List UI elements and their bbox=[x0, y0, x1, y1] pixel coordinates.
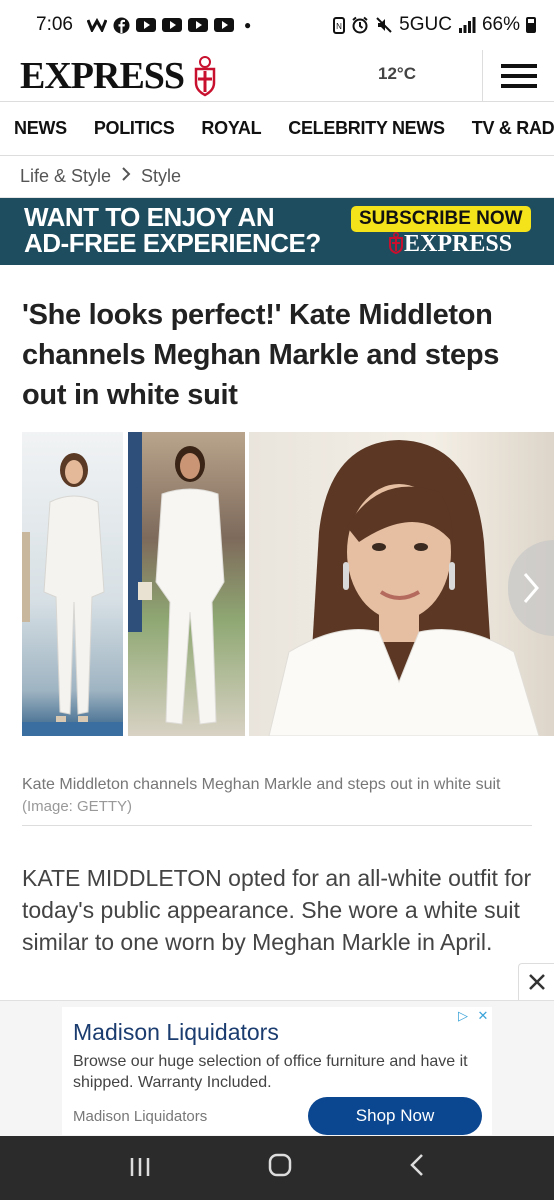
site-header: EXPRESS 12°C bbox=[0, 50, 554, 102]
gallery-photo-meghan bbox=[128, 432, 245, 736]
ad-advertiser: Madison Liquidators bbox=[73, 1108, 208, 1125]
nav-item-tv-radio[interactable]: TV & RADIO bbox=[472, 118, 554, 139]
ad-title[interactable]: Madison Liquidators bbox=[73, 1019, 279, 1046]
banner-logo: EXPRESS bbox=[388, 231, 512, 258]
banner-logo-text: EXPRESS bbox=[404, 231, 513, 257]
banner-message: WANT TO ENJOY AN AD-FREE EXPERIENCE? bbox=[24, 204, 321, 256]
recent-apps-icon[interactable] bbox=[129, 1153, 151, 1184]
hamburger-icon[interactable] bbox=[482, 50, 554, 102]
back-icon[interactable] bbox=[409, 1153, 425, 1184]
shop-now-button[interactable]: Shop Now bbox=[308, 1097, 482, 1135]
adchoices-play-icon[interactable]: ▷ bbox=[454, 1007, 472, 1025]
svg-text:N: N bbox=[336, 22, 342, 31]
nav-item-royal[interactable]: ROYAL bbox=[201, 118, 261, 139]
nav-item-politics[interactable]: POLITICS bbox=[94, 118, 175, 139]
adchoices-close-icon[interactable]: ✕ bbox=[474, 1007, 492, 1025]
banner-line-1: WANT TO ENJOY AN bbox=[24, 202, 275, 232]
nav-item-celebrity-news[interactable]: CELEBRITY NEWS bbox=[288, 118, 445, 139]
youtube-icon bbox=[135, 18, 156, 32]
image-gallery[interactable] bbox=[22, 432, 554, 736]
battery-icon bbox=[526, 17, 536, 33]
crusader-crest-icon bbox=[389, 232, 403, 255]
image-caption: Kate Middleton channels Meghan Markle an… bbox=[22, 774, 532, 818]
breadcrumb-style[interactable]: Style bbox=[141, 166, 181, 187]
breadcrumb-life-style[interactable]: Life & Style bbox=[20, 166, 111, 187]
status-bar: 7:06 ● N 5GUC 66% bbox=[0, 0, 554, 50]
image-credit: (Image: GETTY) bbox=[22, 798, 133, 815]
youtube-icon bbox=[161, 18, 182, 32]
clock: 7:06 bbox=[36, 14, 73, 35]
gallery-photo-kate-full bbox=[22, 432, 123, 736]
youtube-icon bbox=[187, 18, 208, 32]
wiggle-icon bbox=[86, 18, 107, 32]
chevron-right-icon bbox=[121, 167, 131, 186]
mute-icon bbox=[375, 16, 393, 34]
article-intro: KATE MIDDLETON opted for an all-white ou… bbox=[22, 865, 532, 955]
express-logo[interactable]: EXPRESS bbox=[20, 54, 220, 98]
logo-text: EXPRESS bbox=[20, 54, 185, 97]
dot-icon: ● bbox=[243, 18, 252, 32]
divider bbox=[22, 825, 532, 826]
breadcrumb: Life & Style Style bbox=[0, 156, 554, 198]
adchoices[interactable]: ▷ ✕ bbox=[454, 1007, 492, 1025]
nav-item-news[interactable]: NEWS bbox=[14, 118, 67, 139]
alarm-icon bbox=[351, 16, 369, 34]
chevron-right-icon bbox=[523, 573, 539, 603]
ad-description: Browse our huge selection of office furn… bbox=[73, 1053, 468, 1091]
facebook-icon bbox=[113, 17, 130, 34]
youtube-icon bbox=[213, 18, 234, 32]
signal-icon bbox=[458, 17, 476, 33]
nfc-icon: N bbox=[333, 16, 346, 34]
battery-percent: 66% bbox=[481, 14, 520, 35]
network-type: 5GUC bbox=[399, 14, 452, 35]
article-headline: 'She looks perfect!' Kate Middleton chan… bbox=[22, 299, 500, 411]
crusader-crest-icon bbox=[190, 55, 220, 97]
subscribe-now-button[interactable]: SUBSCRIBE NOW bbox=[351, 206, 531, 232]
home-icon[interactable] bbox=[268, 1153, 292, 1184]
system-nav-bar bbox=[0, 1136, 554, 1200]
section-nav: NEWS POLITICS ROYAL CELEBRITY NEWS TV & … bbox=[0, 102, 554, 156]
ad-card[interactable]: ▷ ✕ Madison Liquidators Browse our huge … bbox=[62, 1007, 492, 1135]
close-icon bbox=[528, 974, 545, 990]
temperature: 12°C bbox=[378, 64, 416, 83]
banner-line-2: AD-FREE EXPERIENCE? bbox=[24, 228, 321, 258]
subscribe-banner[interactable]: WANT TO ENJOY AN AD-FREE EXPERIENCE? SUB… bbox=[0, 198, 554, 265]
close-ad-button[interactable] bbox=[518, 963, 554, 1001]
caption-text: Kate Middleton channels Meghan Markle an… bbox=[22, 776, 501, 793]
